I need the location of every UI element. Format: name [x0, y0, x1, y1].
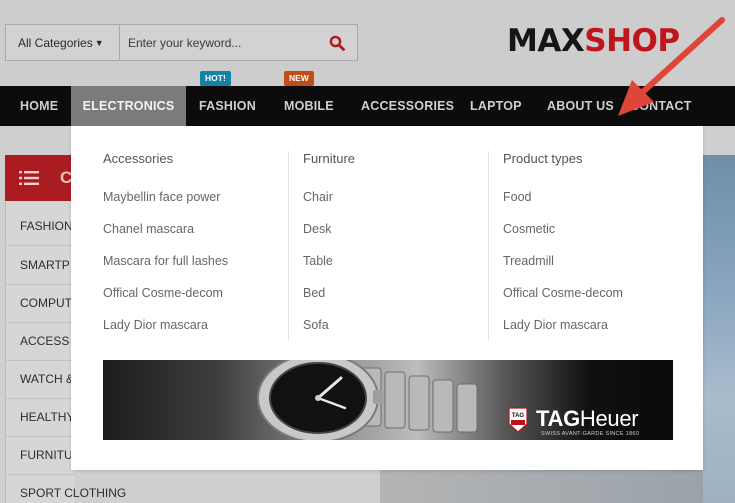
divider [5, 360, 75, 361]
nav-home[interactable]: HOME [20, 86, 58, 126]
divider [5, 474, 75, 475]
search-input[interactable]: Enter your keyword... [120, 36, 317, 50]
nav-accessories[interactable]: ACCESSORIES [361, 86, 454, 126]
menu-link[interactable]: Sofa [303, 318, 329, 332]
new-badge: NEW [284, 71, 314, 86]
menu-link[interactable]: Food [503, 190, 532, 204]
sidebar-item-watch[interactable]: WATCH & [20, 372, 74, 386]
caret-down-icon: ▼ [94, 37, 104, 48]
electronics-mega-menu: Accessories Maybellin face power Chanel … [71, 126, 703, 470]
brand-prefix: TAG [536, 406, 580, 431]
tag-heuer-promo-banner[interactable]: TAG TAGHeuer SWISS AVANT-GARDE SINCE 186… [103, 360, 673, 440]
nav-laptop[interactable]: LAPTOP [470, 86, 522, 126]
column-divider [488, 151, 489, 341]
search-icon [329, 35, 345, 51]
hero-banner[interactable] [703, 155, 735, 503]
brand-tagline: SWISS AVANT-GARDE SINCE 1860 [541, 431, 640, 437]
column-divider [288, 151, 289, 341]
sidebar-item-sport-clothing[interactable]: SPORT CLOTHING [20, 486, 126, 500]
menu-link[interactable]: Offical Cosme-decom [103, 286, 223, 300]
menu-link[interactable]: Treadmill [503, 254, 554, 268]
list-menu-icon [19, 171, 39, 185]
search-button[interactable] [317, 25, 357, 60]
nav-fashion[interactable]: FASHION [199, 86, 256, 126]
sidebar-item-smartphone[interactable]: SMARTP [20, 258, 70, 272]
divider [5, 436, 75, 437]
sidebar-item-computer[interactable]: COMPUT [20, 296, 72, 310]
menu-link[interactable]: Mascara for full lashes [103, 254, 228, 268]
menu-link[interactable]: Lady Dior mascara [103, 318, 208, 332]
svg-text:TAG: TAG [512, 413, 525, 419]
menu-link[interactable]: Bed [303, 286, 325, 300]
logo-max: MAX [507, 23, 585, 59]
sidebar-item-furniture[interactable]: FURNITU [20, 448, 73, 462]
menu-link[interactable]: Lady Dior mascara [503, 318, 608, 332]
divider [5, 398, 75, 399]
tag-heuer-shield-icon: TAG [508, 407, 528, 433]
sidebar-item-healthy[interactable]: HEALTHY [20, 410, 74, 424]
column-title: Furniture [303, 151, 356, 166]
sidebar-item-accessories[interactable]: ACCESS [20, 334, 69, 348]
categories-header[interactable]: C [5, 155, 75, 201]
tag-heuer-wordmark: TAGHeuer [536, 406, 639, 432]
menu-link[interactable]: Cosmetic [503, 222, 555, 236]
menu-link[interactable]: Table [303, 254, 333, 268]
category-select[interactable]: All Categories ▼ [6, 25, 120, 60]
category-select-label: All Categories [18, 35, 93, 50]
column-title: Product types [503, 151, 583, 166]
nav-about-us[interactable]: ABOUT US [547, 86, 614, 126]
search-bar: All Categories ▼ Enter your keyword... [5, 24, 358, 61]
sidebar-item-fashion[interactable]: FASHION [20, 219, 73, 233]
menu-link[interactable]: Maybellin face power [103, 190, 220, 204]
menu-link[interactable]: Chanel mascara [103, 222, 194, 236]
nav-mobile[interactable]: MOBILE [284, 86, 334, 126]
menu-link[interactable]: Desk [303, 222, 331, 236]
menu-link[interactable]: Chair [303, 190, 333, 204]
nav-electronics[interactable]: ELECTRONICS [71, 86, 186, 126]
column-title: Accessories [103, 151, 174, 166]
menu-link[interactable]: Offical Cosme-decom [503, 286, 623, 300]
hot-badge: HOT! [200, 71, 231, 86]
hero-banner-bottom [380, 470, 703, 503]
divider [5, 322, 75, 323]
divider [5, 284, 75, 285]
divider [5, 245, 75, 246]
red-arrow-icon [618, 17, 725, 116]
brand-suffix: Heuer [579, 406, 639, 431]
